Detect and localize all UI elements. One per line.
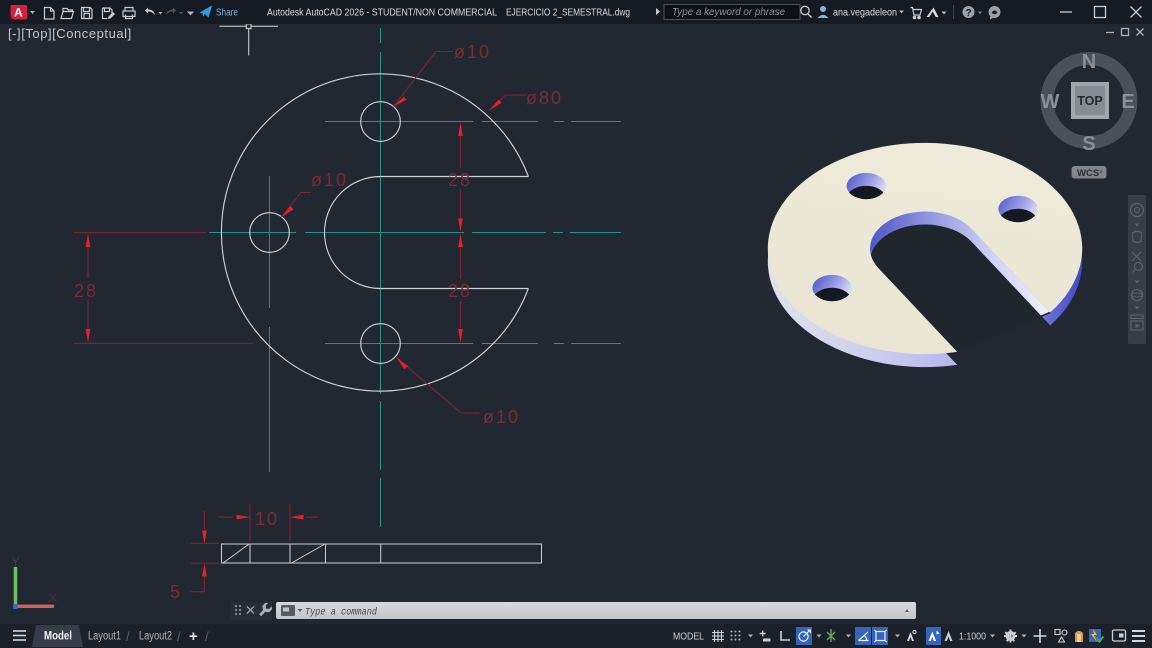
svg-text:ø10: ø10 — [454, 42, 491, 62]
svg-text:Layout2: Layout2 — [139, 631, 172, 643]
svg-text:TOP: TOP — [1077, 94, 1102, 108]
svg-text:1:1000: 1:1000 — [959, 631, 986, 643]
svg-text:Type a command: Type a command — [305, 607, 377, 619]
svg-text:10: 10 — [255, 509, 279, 529]
svg-text:ø80: ø80 — [526, 88, 563, 108]
svg-text:/: / — [126, 629, 130, 644]
svg-text:ø10: ø10 — [311, 170, 348, 190]
svg-text:28: 28 — [448, 281, 472, 301]
svg-text:ø10: ø10 — [483, 407, 520, 427]
svg-text:W: W — [1041, 91, 1060, 113]
svg-text:?: ? — [966, 8, 972, 19]
svg-text:28: 28 — [74, 281, 98, 301]
svg-text:/: / — [205, 629, 209, 644]
svg-text:+: + — [189, 628, 198, 645]
svg-text:ana.vegadeleon: ana.vegadeleon — [833, 7, 897, 19]
svg-text:WCS: WCS — [1077, 168, 1099, 179]
svg-text:A: A — [14, 6, 23, 20]
svg-text:Model: Model — [44, 631, 72, 643]
svg-text:E: E — [1121, 91, 1134, 113]
svg-text:Layout1: Layout1 — [88, 631, 121, 643]
svg-text:Share: Share — [216, 7, 238, 19]
svg-text:/: / — [177, 629, 181, 644]
svg-text:5: 5 — [170, 582, 182, 602]
svg-text:Type a keyword or phrase: Type a keyword or phrase — [672, 7, 785, 18]
svg-text:28: 28 — [448, 170, 472, 190]
svg-text:MODEL: MODEL — [673, 631, 704, 643]
svg-text:S: S — [1082, 133, 1095, 155]
svg-text:N: N — [1082, 51, 1096, 73]
svg-text:Autodesk AutoCAD 2026 - STUDEN: Autodesk AutoCAD 2026 - STUDENT/NON COMM… — [267, 7, 497, 19]
svg-text:EJERCICIO 2_SEMESTRAL.dwg: EJERCICIO 2_SEMESTRAL.dwg — [506, 7, 630, 19]
